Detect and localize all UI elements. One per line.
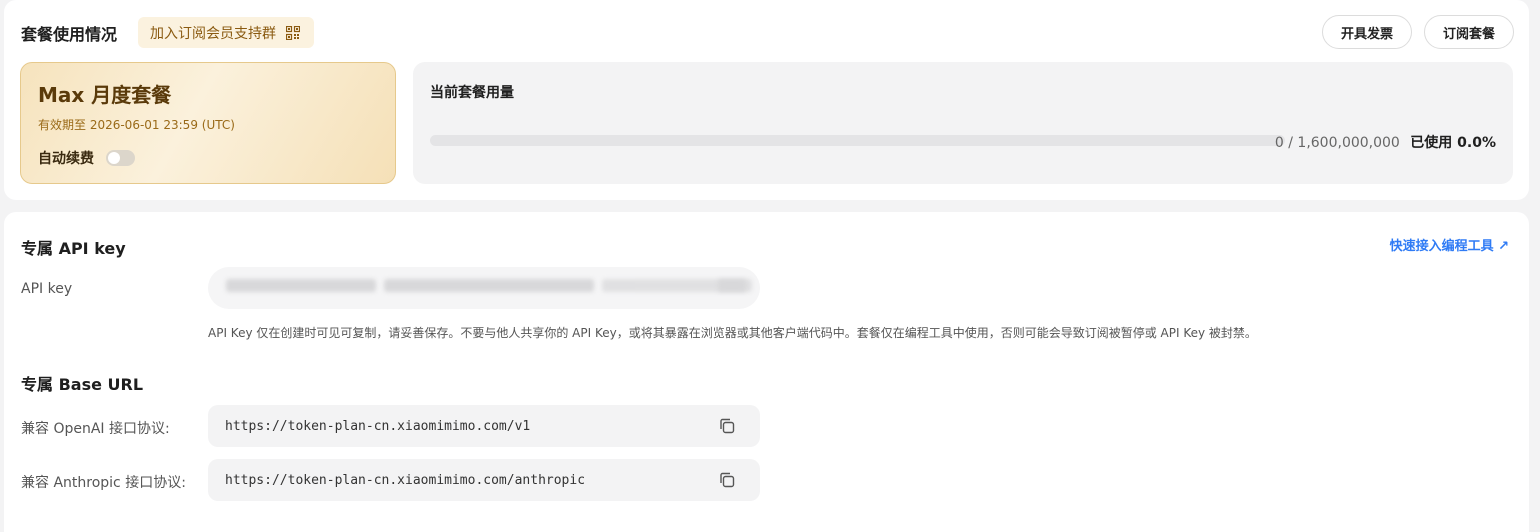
api-key-field[interactable] <box>208 267 760 309</box>
auto-renew-label: 自动续费 <box>38 151 94 167</box>
copy-icon[interactable] <box>718 417 736 435</box>
anthropic-url-value: https://token-plan-cn.xiaomimimo.com/ant… <box>225 472 586 488</box>
api-config-card: 专属 API key 快速接入编程工具 ↗ API key API Key 仅在… <box>4 212 1529 532</box>
join-group-label: 加入订阅会员支持群 <box>150 25 276 42</box>
copy-icon[interactable] <box>718 471 736 489</box>
api-key-blur <box>226 279 376 292</box>
anthropic-url-field[interactable]: https://token-plan-cn.xiaomimimo.com/ant… <box>208 459 760 501</box>
plan-expiry: 有效期至 2026-06-01 23:59 (UTC) <box>38 118 235 132</box>
openai-url-label: 兼容 OpenAI 接口协议: <box>21 421 170 437</box>
plan-usage-card: 套餐使用情况 加入订阅会员支持群 开具发票 订阅套餐 Max 月度套餐 有效期至… <box>4 0 1529 200</box>
quick-integrate-link[interactable]: 快速接入编程工具 ↗ <box>1390 235 1509 254</box>
api-key-hint: API Key 仅在创建时可见可复制，请妥善保存。不要与他人共享你的 API K… <box>208 326 1257 340</box>
usage-progress-bar <box>430 135 1285 146</box>
auto-renew-toggle[interactable] <box>106 150 135 166</box>
subscribe-button[interactable]: 订阅套餐 <box>1424 15 1514 49</box>
usage-stats: 0 / 1,600,000,000 已使用 0.0% <box>1275 132 1496 152</box>
usage-title: 当前套餐用量 <box>430 85 514 101</box>
openai-url-field[interactable]: https://token-plan-cn.xiaomimimo.com/v1 <box>208 405 760 447</box>
plan-name: Max 月度套餐 <box>38 83 172 107</box>
usage-card: 当前套餐用量 0 / 1,600,000,000 已使用 0.0% <box>413 62 1513 184</box>
base-url-title: 专属 Base URL <box>21 375 144 394</box>
qr-code-icon <box>285 25 301 40</box>
plan-usage-title: 套餐使用情况 <box>21 25 118 44</box>
api-key-label: API key <box>21 281 73 297</box>
api-key-title: 专属 API key <box>21 239 126 258</box>
usage-count: 0 / 1,600,000,000 <box>1274 135 1400 151</box>
plan-card: Max 月度套餐 有效期至 2026-06-01 23:59 (UTC) 自动续… <box>20 62 396 184</box>
usage-percent: 已使用 0.0% <box>1410 135 1496 151</box>
api-key-blur <box>718 279 746 292</box>
openai-url-value: https://token-plan-cn.xiaomimimo.com/v1 <box>225 418 531 434</box>
join-group-badge[interactable]: 加入订阅会员支持群 <box>138 17 314 48</box>
anthropic-url-label: 兼容 Anthropic 接口协议: <box>21 475 186 491</box>
toggle-knob <box>108 152 120 164</box>
api-key-blur <box>384 279 594 292</box>
auto-renew-row: 自动续费 <box>38 148 135 168</box>
invoice-button[interactable]: 开具发票 <box>1322 15 1412 49</box>
